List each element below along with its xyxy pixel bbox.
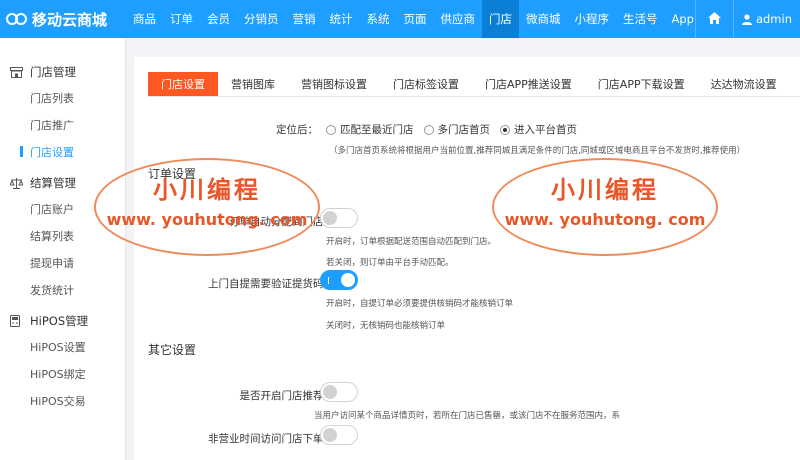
tab-4[interactable]: 门店APP推送设置 — [472, 72, 585, 96]
watermark-left: 小川编程 www. youhutong. com — [94, 158, 320, 256]
verify-code-hint-on: 开启时，自提订单必须要提供核销码才能核销订单 — [326, 299, 514, 309]
cloud-logo-icon — [6, 11, 28, 27]
user-menu[interactable]: admin — [732, 0, 800, 38]
nav-item-6[interactable]: 系统 — [360, 0, 397, 38]
sidebar-item[interactable]: 发货统计 — [0, 276, 125, 303]
pos-device-icon — [10, 315, 24, 327]
watermark-url: www. youhutong. com — [106, 210, 308, 229]
nav-item-5[interactable]: 统计 — [323, 0, 360, 38]
switch-on-mark — [328, 277, 329, 284]
sidebar: 门店管理 门店列表 门店推广 门店设置 结算管理 门店账户 结算列表 提现申请 发货统计 HiPO… — [0, 38, 126, 460]
tab-5[interactable]: 门店APP下载设置 — [585, 72, 698, 96]
watermark-title: 小川编程 — [551, 176, 659, 204]
radio-label: 多门店首页 — [437, 124, 491, 136]
nav-item-8[interactable]: 供应商 — [434, 0, 483, 38]
switch-knob — [323, 428, 337, 442]
other-settings-title: 其它设置 — [148, 343, 197, 357]
nav-item-3[interactable]: 分销员 — [237, 0, 286, 38]
watermark-right: 小川编程 www. youhutong. com — [492, 158, 718, 256]
radio-circle[interactable] — [326, 124, 336, 135]
sidebar-item[interactable]: 门店设置 — [0, 138, 125, 165]
tab-3[interactable]: 门店标签设置 — [380, 72, 472, 96]
sidebar-group-title: 门店管理 — [30, 65, 76, 79]
tab-0[interactable]: 门店设置 — [148, 72, 218, 96]
settings-tabs: 门店设置 营销图库 营销图标设置 门店标签设置 门店APP推送设置 门店APP下载设置 达达… — [148, 72, 790, 96]
verify-code-switch[interactable] — [320, 270, 358, 290]
tab-6[interactable]: 达达物流设置 — [698, 72, 790, 96]
user-icon — [741, 13, 752, 25]
home-button[interactable] — [694, 0, 733, 38]
radio-circle[interactable] — [423, 124, 434, 135]
app-title: 移动云商城 — [32, 10, 108, 29]
sidebar-group-title: HiPOS管理 — [30, 314, 89, 328]
location-options: 匹配至最近门店 多门店首页 进入平台首页 — [326, 122, 587, 137]
location-label: 定位后： — [276, 124, 318, 136]
sidebar-item[interactable]: 门店推广 — [0, 111, 125, 138]
watermark-url: www. youhutong. com — [504, 210, 706, 229]
sidebar-item[interactable]: 门店列表 — [0, 84, 125, 111]
nav-item-1[interactable]: 订单 — [163, 0, 200, 38]
tab-1[interactable]: 营销图库 — [218, 72, 288, 96]
nav-item-9[interactable]: 门店 — [482, 0, 519, 38]
nav-item-4[interactable]: 营销 — [286, 0, 323, 38]
watermark-title: 小川编程 — [153, 176, 261, 204]
nav-item-11[interactable]: 小程序 — [568, 0, 617, 38]
switch-knob — [323, 211, 337, 225]
location-radio-0[interactable]: 匹配至最近门店 — [326, 122, 414, 137]
switch-knob — [323, 385, 337, 399]
tabs-divider — [148, 96, 800, 97]
sidebar-item[interactable]: HiPOS交易 — [0, 387, 125, 414]
location-note: （多门店首页系统将根据用户当前位置,推荐同城且满足条件的门店,同城或区域电商且平… — [329, 146, 746, 156]
top-bar: 移动云商城 商品 订单 会员 分销员 营销 统计 系统 页面 供应商 门店 微商城 小程序 生活号 App… — [0, 0, 800, 38]
username: admin — [755, 12, 792, 26]
sidebar-item[interactable]: 提现申请 — [0, 249, 125, 276]
auto-match-hint-off: 若关闭，则订单由平台手动匹配。 — [326, 258, 454, 268]
location-radio-1[interactable]: 多门店首页 — [423, 122, 491, 137]
sidebar-item[interactable]: HiPOS设置 — [0, 333, 125, 360]
switch-knob — [341, 273, 355, 287]
store-icon — [10, 66, 24, 78]
app-logo[interactable]: 移动云商城 — [0, 0, 126, 38]
main-nav: 商品 订单 会员 分销员 营销 统计 系统 页面 供应商 门店 微商城 小程序 生活号 App — [126, 0, 701, 38]
location-radio-2[interactable]: 进入平台首页 — [500, 122, 577, 137]
recommend-hint: 当用户访问某个商品详情页时，若所在门店已售罄，或该门店不在服务范围内，系 — [314, 411, 621, 421]
nav-item-7[interactable]: 页面 — [397, 0, 434, 38]
off-hours-switch[interactable] — [320, 425, 358, 445]
location-setting: 定位后： 匹配至最近门店 多门店首页 进入平台首页 — [276, 122, 587, 137]
radio-label: 匹配至最近门店 — [340, 124, 414, 136]
auto-match-hint-on: 开启时，订单根据配送范围自动匹配到门店。 — [326, 237, 497, 247]
nav-item-2[interactable]: 会员 — [200, 0, 237, 38]
nav-item-0[interactable]: 商品 — [126, 0, 163, 38]
sidebar-group-0[interactable]: 门店管理 — [0, 60, 125, 84]
verify-code-label: 上门自提需要验证提货码： — [208, 278, 334, 290]
auto-match-switch[interactable] — [320, 208, 358, 228]
tab-2[interactable]: 营销图标设置 — [288, 72, 380, 96]
nav-item-10[interactable]: 微商城 — [519, 0, 568, 38]
balance-scale-icon — [10, 177, 24, 189]
sidebar-item[interactable]: HiPOS绑定 — [0, 360, 125, 387]
home-icon — [707, 11, 721, 27]
sidebar-group-title: 结算管理 — [30, 176, 76, 190]
main-panel: 门店设置 营销图库 营销图标设置 门店标签设置 门店APP推送设置 门店APP下载设置 达达… — [134, 57, 800, 460]
nav-item-12[interactable]: 生活号 — [616, 0, 665, 38]
recommend-switch[interactable] — [320, 382, 358, 402]
sidebar-group-2[interactable]: HiPOS管理 — [0, 309, 125, 333]
radio-circle[interactable] — [500, 124, 510, 135]
radio-label: 进入平台首页 — [514, 124, 577, 136]
off-hours-label: 非营业时间访问门店下单： — [208, 433, 334, 445]
verify-code-hint-off: 关闭时，无核销码也能核销订单 — [326, 321, 446, 331]
